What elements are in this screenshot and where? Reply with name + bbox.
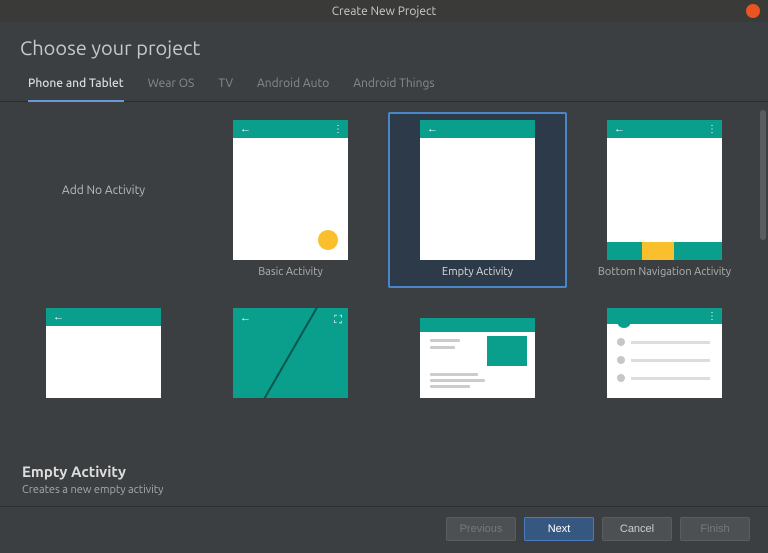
window-titlebar: Create New Project	[0, 0, 768, 22]
template-thumbnail: ⋮	[607, 308, 722, 398]
description-title: Empty Activity	[22, 463, 746, 480]
tab-android-auto[interactable]: Android Auto	[257, 69, 329, 101]
template-row2-2[interactable]: ← ⛶	[201, 300, 380, 406]
description-panel: Empty Activity Creates a new empty activ…	[0, 455, 768, 506]
wizard-footer: Previous Next Cancel Finish	[0, 506, 768, 553]
bottom-nav-icon	[607, 242, 722, 260]
template-label: Basic Activity	[258, 266, 323, 280]
finish-button[interactable]: Finish	[680, 517, 750, 541]
menu-icon: ⋮	[707, 123, 715, 135]
tab-tv[interactable]: TV	[218, 69, 233, 101]
tab-android-things[interactable]: Android Things	[353, 69, 434, 101]
previous-button[interactable]: Previous	[446, 517, 516, 541]
scrollbar[interactable]	[760, 110, 766, 240]
device-tabs: Phone and Tablet Wear OS TV Android Auto…	[0, 69, 768, 102]
close-icon[interactable]	[746, 4, 760, 18]
template-bottom-navigation-activity[interactable]: ← ⋮ Bottom Navigation Activity	[575, 112, 754, 288]
template-add-no-activity[interactable]: Add No Activity	[14, 112, 193, 288]
next-button[interactable]: Next	[524, 517, 594, 541]
template-gallery: Add No Activity ← ⋮ Basic Activity ←	[0, 102, 768, 455]
arrow-back-icon: ←	[240, 312, 251, 324]
arrow-back-icon: ←	[240, 123, 251, 135]
tab-wear-os[interactable]: Wear OS	[148, 69, 195, 101]
arrow-back-icon: ←	[614, 123, 625, 135]
description-subtitle: Creates a new empty activity	[22, 484, 746, 496]
window-title: Create New Project	[332, 5, 437, 18]
template-thumbnail: Add No Activity	[46, 120, 161, 260]
menu-icon: ⋮	[333, 123, 341, 135]
template-empty-activity[interactable]: ← Empty Activity	[388, 112, 567, 288]
template-thumbnail: ←	[46, 308, 161, 398]
template-basic-activity[interactable]: ← ⋮ Basic Activity	[201, 112, 380, 288]
template-thumbnail: ←	[420, 120, 535, 260]
cancel-button[interactable]: Cancel	[602, 517, 672, 541]
template-label: Bottom Navigation Activity	[598, 266, 731, 280]
fullscreen-icon: ⛶	[334, 314, 342, 327]
page-title: Choose your project	[0, 22, 768, 69]
menu-icon: ⋮	[707, 310, 715, 322]
template-row2-3[interactable]	[388, 300, 567, 406]
template-row2-1[interactable]: ←	[14, 300, 193, 406]
template-thumbnail	[420, 318, 535, 398]
template-thumbnail: ← ⋮	[607, 120, 722, 260]
template-thumbnail: ← ⋮	[233, 120, 348, 260]
tab-phone-tablet[interactable]: Phone and Tablet	[28, 69, 124, 102]
template-label: Empty Activity	[442, 266, 513, 280]
fab-icon	[318, 230, 338, 250]
arrow-back-icon: ←	[427, 123, 438, 135]
arrow-back-icon: ←	[53, 311, 64, 323]
template-thumbnail: ← ⛶	[233, 308, 348, 398]
template-row2-4[interactable]: ⋮	[575, 300, 754, 406]
